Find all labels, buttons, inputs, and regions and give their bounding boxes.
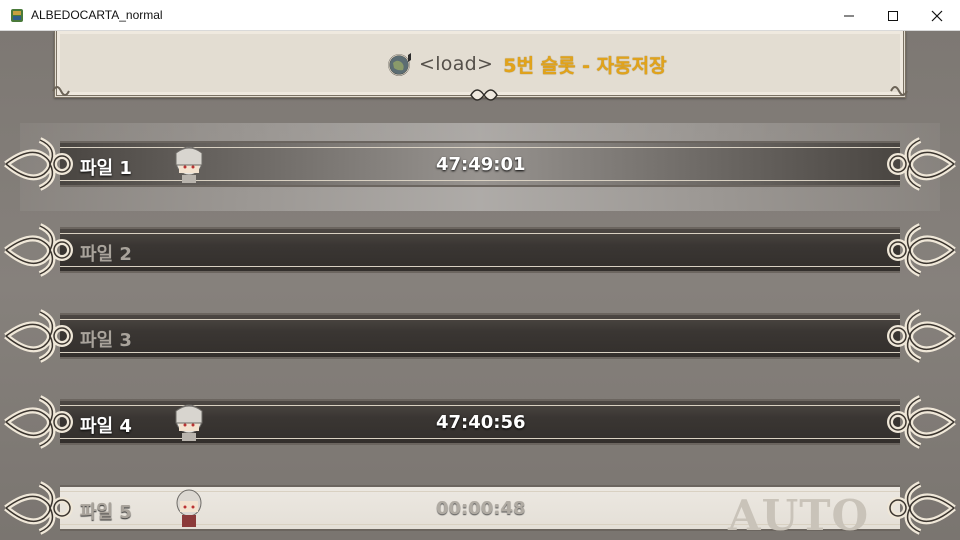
save-slot-2[interactable]: 파일 2 bbox=[0, 209, 960, 283]
slot-playtime: 47:49:01 bbox=[436, 154, 526, 175]
save-slot-5[interactable]: 파일 5 00:00:48 AUTO bbox=[0, 467, 960, 540]
minimize-button[interactable] bbox=[826, 0, 872, 31]
app-icon bbox=[11, 9, 23, 22]
header-ornament-left bbox=[52, 86, 70, 96]
character-avatar bbox=[175, 146, 203, 183]
minimize-icon bbox=[844, 15, 854, 16]
header-title-row: <load> 5번 슬롯 - 자동저장 bbox=[387, 51, 667, 77]
scroll-ornament-right bbox=[887, 137, 956, 191]
scroll-ornament-right bbox=[887, 309, 956, 363]
auto-save-badge: AUTO bbox=[728, 491, 870, 540]
scroll-ornament-left bbox=[4, 481, 73, 535]
scroll-ornament-left bbox=[4, 395, 73, 449]
game-screen: <load> 5번 슬롯 - 자동저장 파일 1 47:49:01 파일 2 파… bbox=[0, 31, 960, 540]
save-slot-1[interactable]: 파일 1 47:49:01 bbox=[0, 123, 960, 211]
slot-label: 파일 2 bbox=[80, 244, 132, 265]
save-header-panel: <load> 5번 슬롯 - 자동저장 bbox=[52, 31, 908, 101]
close-button[interactable] bbox=[914, 0, 960, 31]
slot-label: 파일 4 bbox=[80, 416, 132, 437]
slot-label: 파일 1 bbox=[80, 158, 132, 179]
scroll-ornament-right bbox=[887, 395, 956, 449]
scroll-ornament-right bbox=[887, 481, 956, 535]
scroll-ornament-left bbox=[4, 309, 73, 363]
scroll-ornament-left bbox=[4, 137, 73, 191]
header-ornament-right bbox=[890, 86, 908, 96]
character-avatar bbox=[175, 404, 203, 441]
slot-label: 파일 5 bbox=[80, 502, 132, 523]
load-mode-label: <load> bbox=[419, 53, 494, 75]
window-title: ALBEDOCARTA_normal bbox=[31, 8, 163, 22]
save-slot-3[interactable]: 파일 3 bbox=[0, 295, 960, 369]
slot-bar bbox=[60, 227, 900, 273]
maximize-button[interactable] bbox=[870, 0, 916, 31]
compass-globe-icon bbox=[388, 53, 411, 76]
window-titlebar: ALBEDOCARTA_normal bbox=[0, 0, 960, 31]
slot-bar bbox=[60, 313, 900, 359]
character-avatar bbox=[176, 489, 202, 527]
slot-playtime: 00:00:48 bbox=[436, 498, 526, 519]
close-icon bbox=[931, 10, 943, 21]
slot-title: 5번 슬롯 - 자동저장 bbox=[503, 54, 667, 77]
slot-playtime: 47:40:56 bbox=[436, 412, 526, 433]
scroll-ornament-right bbox=[887, 223, 956, 277]
slot-label: 파일 3 bbox=[80, 330, 132, 351]
save-slot-4[interactable]: 파일 4 47:40:56 bbox=[0, 381, 960, 455]
header-ornament-center bbox=[470, 89, 498, 101]
maximize-icon bbox=[888, 10, 898, 21]
scroll-ornament-left bbox=[4, 223, 73, 277]
